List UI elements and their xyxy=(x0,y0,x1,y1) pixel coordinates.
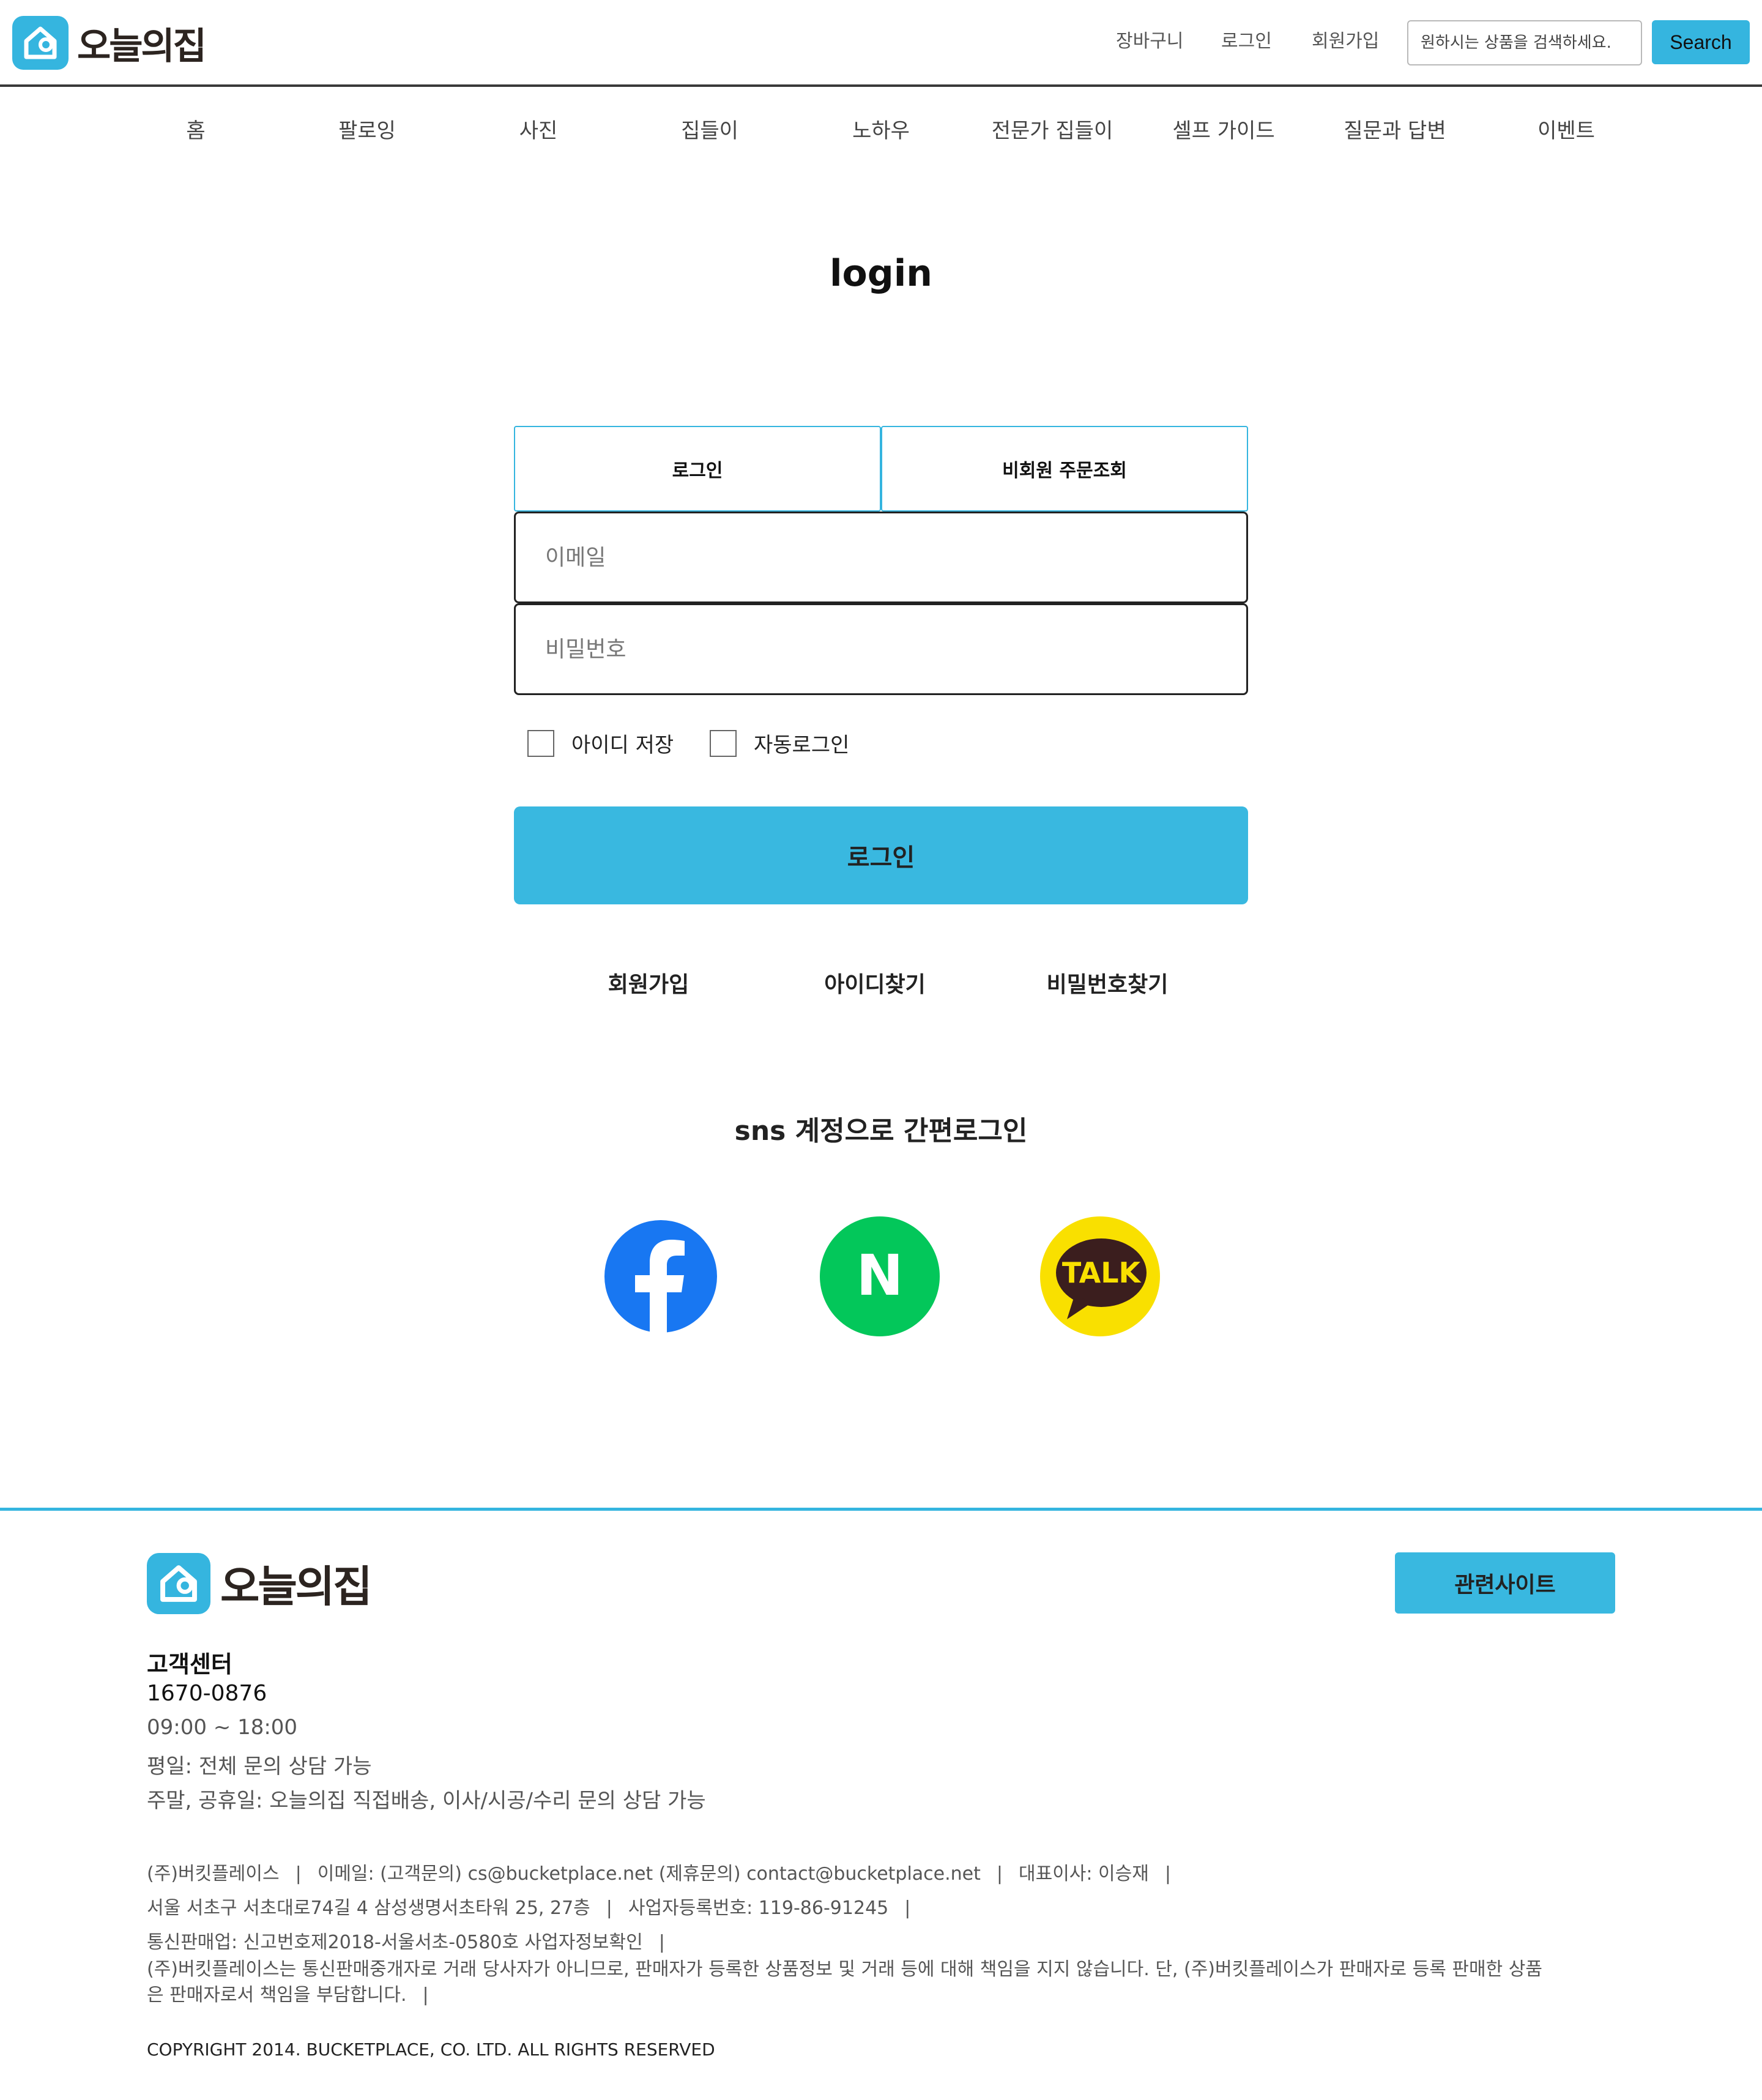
find-password-link[interactable]: 비밀번호찾기 xyxy=(1047,967,1169,999)
search-button[interactable]: Search xyxy=(1652,20,1750,64)
disclaimer-tail: 은 판매자로서 책임을 부담합니다. xyxy=(147,1984,407,2006)
nav-item-home[interactable]: 홈 xyxy=(186,114,205,144)
company-address: 서울 서초구 서초대로74길 4 삼성생명서초타워 25, 27층 xyxy=(147,1897,590,1919)
site-footer: 오늘의집 관련사이트 고객센터 1670-0876 09:00 ~ 18:00 … xyxy=(0,1508,1762,2100)
nav-item-photos[interactable]: 사진 xyxy=(519,114,558,144)
copyright: COPYRIGHT 2014. BUCKETPLACE, CO. LTD. AL… xyxy=(147,2039,715,2060)
kakaotalk-icon: TALK xyxy=(1040,1216,1160,1336)
house-logo-icon xyxy=(12,16,69,70)
company-info-line-1: (주)버킷플레이스 | 이메일: (고객문의) cs@bucketplace.net… xyxy=(147,1863,1171,1885)
tab-guest-order[interactable]: 비회원 주문조회 xyxy=(881,426,1248,512)
facebook-login-button[interactable] xyxy=(601,1216,721,1336)
nav-item-housewarming[interactable]: 집들이 xyxy=(681,114,738,144)
naver-login-button[interactable]: N xyxy=(820,1216,940,1336)
auto-login-checkbox[interactable]: 자동로그인 xyxy=(710,728,849,758)
cs-weekend: 주말, 공휴일: 오늘의집 직접배송, 이사/시공/수리 문의 상담 가능 xyxy=(147,1789,706,1813)
cs-weekday: 평일: 전체 문의 상담 가능 xyxy=(147,1754,372,1779)
kakaotalk-login-button[interactable]: TALK xyxy=(1040,1216,1160,1336)
search-input[interactable] xyxy=(1407,20,1642,65)
customer-center-title: 고객센터 xyxy=(147,1651,232,1678)
find-id-link[interactable]: 아이디찾기 xyxy=(824,967,926,999)
house-logo-icon xyxy=(147,1552,210,1614)
naver-icon: N xyxy=(820,1216,940,1336)
login-link[interactable]: 로그인 xyxy=(1221,26,1272,53)
company-info-line-2: 서울 서초구 서초대로74길 4 삼성생명서초타워 25, 27층 | 사업자등록번… xyxy=(147,1897,911,1919)
save-id-box[interactable] xyxy=(527,729,554,757)
nav-item-qna[interactable]: 질문과 답변 xyxy=(1344,114,1446,144)
email-field[interactable] xyxy=(514,512,1248,603)
nav-item-knowhow[interactable]: 노하우 xyxy=(852,114,910,144)
company-info-line-3: 통신판매업: 신고번호제2018-서울서초-0580호 사업자정보확인 | xyxy=(147,1932,665,1953)
business-number[interactable]: 사업자등록번호: 119-86-91245 xyxy=(628,1897,888,1919)
signup-link-bottom[interactable]: 회원가입 xyxy=(608,967,689,999)
mail-order-number[interactable]: 통신판매업: 신고번호제2018-서울서초-0580호 사업자정보확인 xyxy=(147,1932,643,1953)
kakaotalk-glyph: TALK xyxy=(1062,1256,1142,1289)
naver-glyph: N xyxy=(857,1243,904,1308)
footer-logo-text: 오늘의집 xyxy=(220,1562,373,1612)
company-name: (주)버킷플레이스 xyxy=(147,1863,280,1885)
tab-login[interactable]: 로그인 xyxy=(514,426,881,512)
auto-login-box[interactable] xyxy=(710,729,737,757)
site-logo[interactable]: 오늘의집 xyxy=(12,16,207,70)
nav-item-following[interactable]: 팔로잉 xyxy=(338,114,396,144)
save-id-label: 아이디 저장 xyxy=(571,733,674,758)
nav-item-self-guide[interactable]: 셀프 가이드 xyxy=(1172,114,1274,144)
footer-logo[interactable]: 오늘의집 xyxy=(147,1552,373,1614)
disclaimer-line-2: 은 판매자로서 책임을 부담합니다. | xyxy=(147,1984,429,2006)
customer-center-phone: 1670-0876 xyxy=(147,1681,267,1706)
site-header: 오늘의집 장바구니 로그인 회원가입 Search xyxy=(0,0,1762,87)
password-field[interactable] xyxy=(514,603,1248,695)
nav-item-events[interactable]: 이벤트 xyxy=(1537,114,1595,144)
sns-login-title: sns 계정으로 간편로그인 xyxy=(734,1115,1028,1147)
related-sites-button[interactable]: 관련사이트 xyxy=(1395,1552,1615,1614)
cart-link[interactable]: 장바구니 xyxy=(1116,26,1183,53)
cs-hours: 09:00 ~ 18:00 xyxy=(147,1715,298,1740)
save-id-checkbox[interactable]: 아이디 저장 xyxy=(527,728,674,758)
auto-login-label: 자동로그인 xyxy=(754,733,850,758)
logo-text: 오늘의집 xyxy=(77,24,207,68)
nav-item-expert-housewarming[interactable]: 전문가 집들이 xyxy=(992,114,1113,144)
signup-link[interactable]: 회원가입 xyxy=(1312,26,1379,53)
disclaimer-line-1: (주)버킷플레이스는 통신판매중개자로 거래 당사자가 아니므로, 판매자가 등… xyxy=(147,1959,1542,1980)
company-emails: 이메일: (고객문의) cs@bucketplace.net (제휴문의) co… xyxy=(317,1863,981,1885)
company-ceo: 대표이사: 이승재 xyxy=(1019,1863,1149,1885)
login-submit-button[interactable]: 로그인 xyxy=(514,806,1248,904)
facebook-icon xyxy=(604,1220,717,1333)
page-title: login xyxy=(829,252,933,295)
